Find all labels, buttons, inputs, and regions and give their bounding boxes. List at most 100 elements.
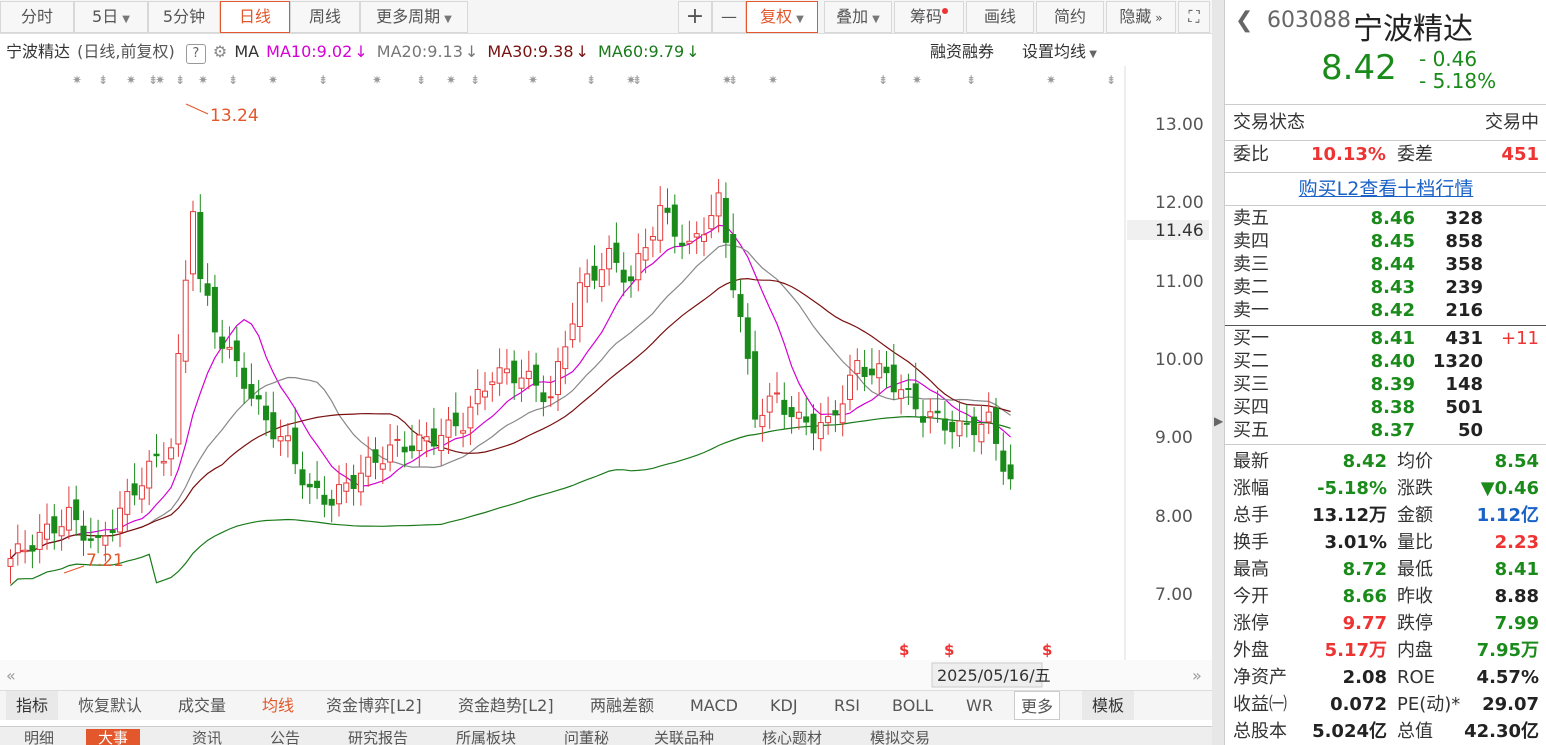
bid-row[interactable]: 买四 8.38 501: [1225, 396, 1546, 419]
bid-row[interactable]: 买五 8.37 50: [1225, 419, 1546, 442]
bid-row[interactable]: 买三 8.39 148: [1225, 373, 1546, 396]
candle-body: [175, 353, 182, 445]
ask-row[interactable]: 卖二 8.43 239: [1225, 276, 1546, 299]
event-marker-icon[interactable]: ⇟: [318, 73, 328, 87]
tab-rsi[interactable]: RSI: [834, 691, 860, 720]
signal-marker-icon[interactable]: $: [1042, 641, 1052, 659]
stat-value: 13.12万: [1312, 505, 1387, 526]
tab-detail[interactable]: 明细: [24, 729, 54, 745]
event-marker-icon[interactable]: ⇟: [586, 73, 596, 87]
tab-more[interactable]: 更多: [1014, 691, 1061, 720]
stat-key: 涨停: [1233, 613, 1269, 634]
candle-body: [328, 498, 335, 506]
candle-body: [533, 364, 540, 386]
event-marker-icon[interactable]: ⇟: [228, 73, 238, 87]
candle-body: [518, 377, 525, 389]
back-arrow-icon[interactable]: ❮: [1235, 8, 1253, 33]
stat-key: 最高: [1233, 559, 1269, 580]
candle-body: [467, 406, 474, 429]
event-marker-icon[interactable]: ✷: [268, 73, 278, 87]
tab-boll[interactable]: BOLL: [892, 691, 933, 720]
tab-restore-default[interactable]: 恢复默认: [78, 691, 142, 720]
tab-fund-game[interactable]: 资金博弈[L2]: [326, 691, 422, 720]
event-marker-icon[interactable]: ✷: [768, 73, 778, 87]
tab-sim-trade[interactable]: 模拟交易: [870, 729, 930, 745]
candle-body: [489, 381, 496, 386]
level-price: 8.45: [1370, 231, 1415, 252]
tab-macd[interactable]: MACD: [690, 691, 738, 720]
candle-body: [606, 247, 613, 270]
candle-body: [87, 538, 94, 541]
event-marker-icon[interactable]: ⇟: [175, 73, 185, 87]
event-marker-icon[interactable]: ✷: [528, 73, 538, 87]
level-price: 8.40: [1370, 351, 1415, 372]
stat-key: 总手: [1233, 505, 1269, 526]
ask-row[interactable]: 卖五 8.46 328: [1225, 207, 1546, 230]
candle-body: [219, 336, 226, 349]
tab-kdj[interactable]: KDJ: [770, 691, 798, 720]
event-marker-icon[interactable]: ✷: [446, 73, 456, 87]
event-marker-icon[interactable]: ✷: [126, 73, 136, 87]
ask-row[interactable]: 卖四 8.45 858: [1225, 230, 1546, 253]
event-marker-icon[interactable]: ✷: [198, 73, 208, 87]
event-marker-icon[interactable]: ✷: [72, 73, 82, 87]
candle-body: [51, 516, 58, 534]
buy-l2-link[interactable]: 购买L2查看十档行情: [1225, 174, 1546, 204]
collapse-arrow-icon[interactable]: ▶: [1214, 414, 1223, 428]
tab-fund-trend[interactable]: 资金趋势[L2]: [458, 691, 554, 720]
tab-theme[interactable]: 核心题材: [762, 729, 822, 745]
tab-related[interactable]: 关联品种: [654, 729, 714, 745]
event-marker-icon[interactable]: ⇟: [966, 73, 976, 87]
candle-body: [65, 506, 72, 531]
candle-body: [701, 234, 707, 242]
candle-body: [562, 346, 569, 370]
event-marker-icon[interactable]: ⇟: [878, 73, 888, 87]
stat-row: 收益㈠ 0.072 PE(动)* 29.07: [1225, 691, 1546, 718]
scroll-right-icon[interactable]: »: [1192, 666, 1202, 685]
candle-body: [95, 535, 102, 538]
candle-body: [211, 286, 218, 333]
scroll-left-icon[interactable]: «: [6, 666, 16, 685]
tab-ma[interactable]: 均线: [262, 691, 294, 720]
change-percent: - 5.18%: [1419, 69, 1497, 93]
event-marker-icon[interactable]: ⇟: [728, 73, 738, 87]
event-marker-icon[interactable]: ⇟: [416, 73, 426, 87]
event-marker-icon[interactable]: ✷: [155, 73, 165, 87]
panel-splitter[interactable]: ▶: [1212, 0, 1224, 745]
candle-body: [22, 549, 29, 553]
bid-row[interactable]: 买二 8.40 1320: [1225, 350, 1546, 373]
tab-margin-diff[interactable]: 两融差额: [590, 691, 654, 720]
event-marker-icon[interactable]: ⇟: [632, 73, 642, 87]
event-marker-icon[interactable]: ⇟: [98, 73, 108, 87]
candle-body: [635, 253, 642, 281]
ask-row[interactable]: 卖三 8.44 358: [1225, 253, 1546, 276]
stat-key: 净资产: [1233, 667, 1287, 688]
event-marker-icon[interactable]: ✷: [1046, 73, 1056, 87]
signal-marker-icon[interactable]: $: [899, 641, 909, 659]
candle-body: [883, 366, 890, 374]
level-name: 卖三: [1233, 254, 1269, 275]
bid-row[interactable]: 买一 8.41 431 +11: [1225, 327, 1546, 350]
signal-marker-icon[interactable]: $: [944, 641, 954, 659]
candle-body: [657, 205, 664, 241]
candle-body: [817, 422, 824, 440]
tab-indicator[interactable]: 指标: [6, 691, 59, 720]
tab-ask[interactable]: 问董秘: [564, 729, 609, 745]
ask-row[interactable]: 卖一 8.42 216: [1225, 299, 1546, 322]
event-marker-icon[interactable]: ✷: [912, 73, 922, 87]
kline-chart[interactable]: ✷ ⇟ ✷ ⇟✷ ⇟ ✷ ⇟ ✷ ⇟ ✷ ⇟ ✷ ⇟ ✷ ⇟ ✷⇟ ✷⇟ ✷ ⇟ ✷ ⇟ ✷ ⇟$ $ $ 13.00 12.0…: [0, 0, 1212, 690]
stat-key: 最新: [1233, 451, 1269, 472]
level-volume: 148: [1445, 374, 1483, 395]
event-marker-icon[interactable]: ⇟: [470, 73, 480, 87]
tab-news[interactable]: 资讯: [192, 729, 222, 745]
candle-body: [576, 282, 583, 328]
tab-notice[interactable]: 公告: [270, 729, 300, 745]
tab-sector[interactable]: 所属板块: [456, 729, 516, 745]
event-marker-icon[interactable]: ⇟: [1106, 73, 1116, 87]
tab-template[interactable]: 模板: [1082, 691, 1135, 720]
tab-volume[interactable]: 成交量: [178, 691, 226, 720]
tab-research[interactable]: 研究报告: [348, 729, 408, 745]
event-marker-icon[interactable]: ✷: [372, 73, 382, 87]
tab-wr[interactable]: WR: [966, 691, 993, 720]
tab-events[interactable]: 大事: [86, 729, 141, 745]
